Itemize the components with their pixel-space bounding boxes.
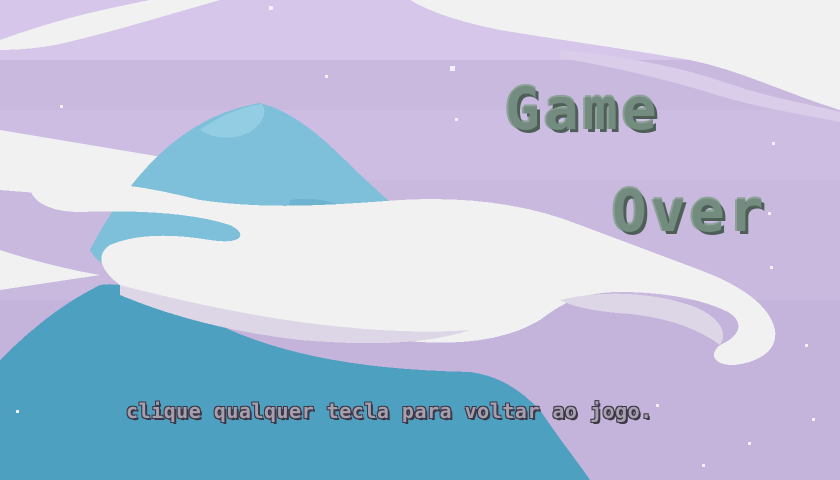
star bbox=[60, 105, 63, 108]
star bbox=[805, 344, 808, 347]
star bbox=[455, 118, 458, 121]
star bbox=[770, 266, 773, 269]
game-over-screen[interactable]: Game Over clique qualquer tecla para vol… bbox=[0, 0, 840, 480]
star bbox=[772, 142, 775, 145]
star bbox=[325, 75, 328, 78]
star bbox=[702, 464, 705, 467]
star bbox=[269, 6, 273, 10]
star bbox=[450, 66, 455, 71]
star bbox=[768, 212, 771, 215]
game-over-title-line1: Game bbox=[505, 75, 661, 143]
restart-prompt: clique qualquer tecla para voltar ao jog… bbox=[126, 399, 653, 423]
game-over-title-line2: Over bbox=[612, 177, 768, 245]
star bbox=[748, 442, 751, 445]
